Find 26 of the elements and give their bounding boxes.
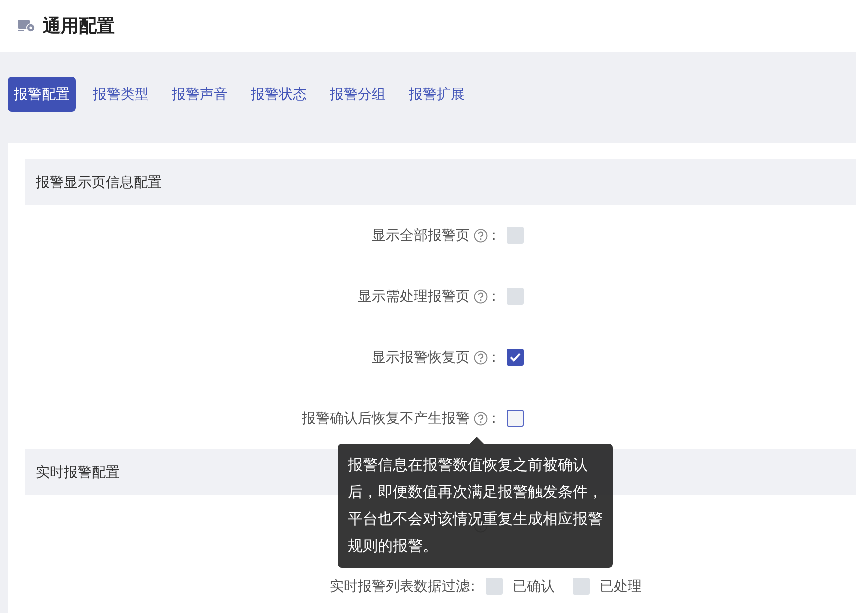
help-icon[interactable] <box>474 412 488 426</box>
tab[interactable]: 报警配置 <box>8 77 76 112</box>
check-icon <box>510 353 521 362</box>
settings-icon <box>18 19 36 33</box>
colon: ： <box>487 287 501 306</box>
section-title: 实时报警配置 <box>36 462 120 482</box>
tab[interactable]: 报警扩展 <box>403 77 471 112</box>
field-label: 显示报警恢复页 <box>372 348 470 367</box>
tooltip: 报警信息在报警数值恢复之前被确认后，即便数值再次满足报警触发条件，平台也不会对该情况重复生成相应报警规则的报警。 <box>338 444 613 568</box>
section-title: 报警显示页信息配置 <box>36 172 162 192</box>
tab[interactable]: 报警分组 <box>324 77 392 112</box>
option-label: 已确认 <box>513 577 555 596</box>
tab[interactable]: 报警声音 <box>166 77 234 112</box>
field-label: 显示需处理报警页 <box>358 287 470 306</box>
colon: ： <box>487 409 501 428</box>
tab[interactable]: 报警类型 <box>87 77 155 112</box>
colon: ： <box>487 348 501 367</box>
help-icon[interactable] <box>474 350 488 364</box>
checkbox[interactable] <box>507 410 524 427</box>
checkbox[interactable] <box>507 349 524 366</box>
page-title: 通用配置 <box>43 14 115 38</box>
field-label: 显示全部报警页 <box>372 226 470 245</box>
tab[interactable]: 报警状态 <box>245 77 313 112</box>
colon: ： <box>487 226 501 245</box>
field-label: 报警确认后恢复不产生报警 <box>302 409 470 428</box>
option-label: 已处理 <box>600 577 642 596</box>
